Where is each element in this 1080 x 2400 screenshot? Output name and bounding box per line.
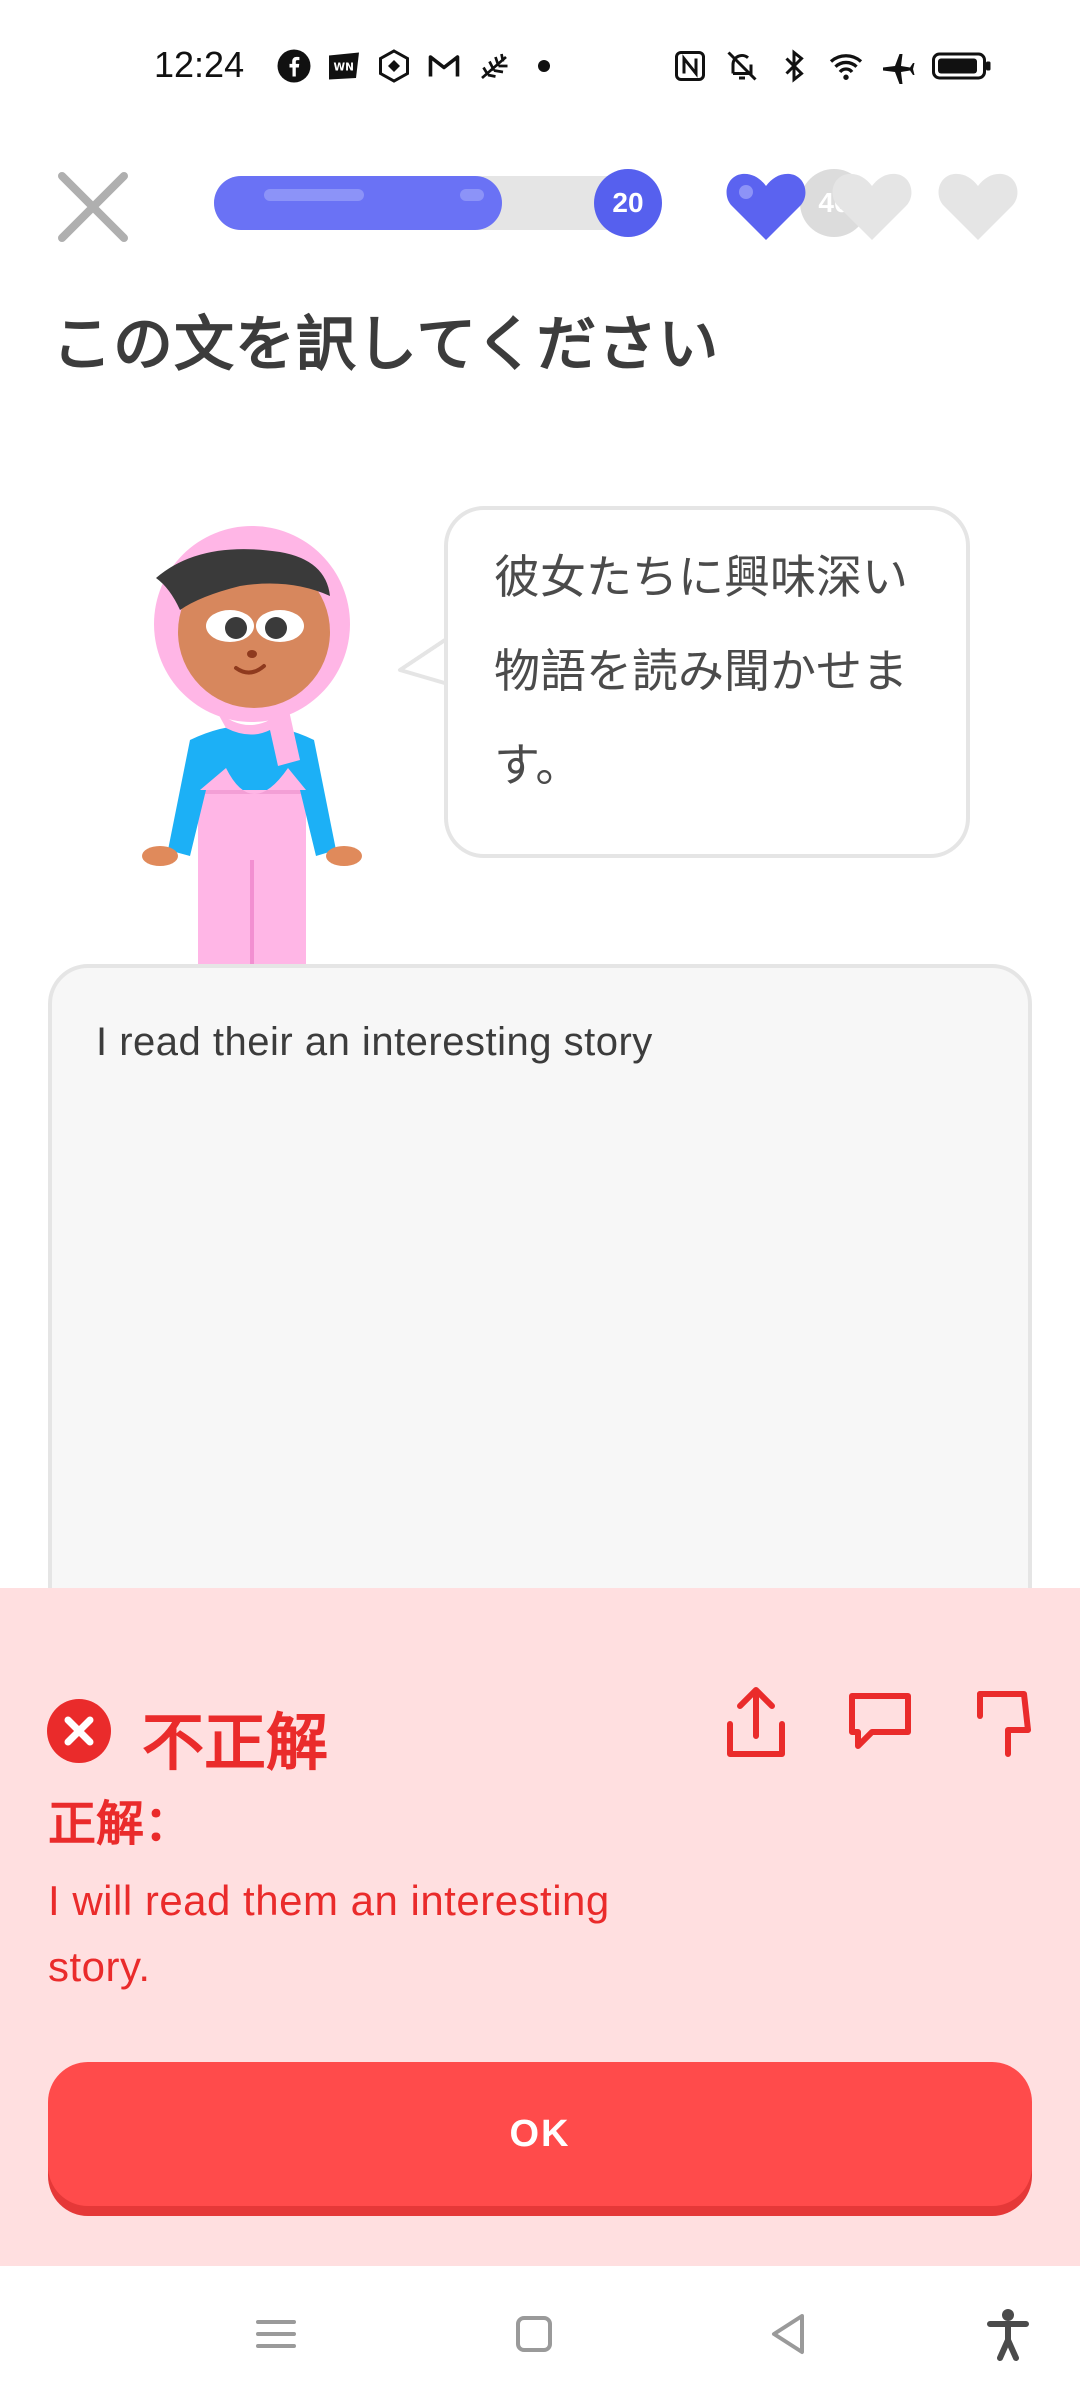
heart-icon-empty <box>938 173 1018 240</box>
correct-answer-text: I will read them an interesting story. <box>48 1877 610 1990</box>
battery-icon <box>932 52 991 80</box>
progress-milestone-current: 20 <box>594 169 662 237</box>
dot-icon <box>538 60 550 72</box>
wheat-app-icon <box>481 53 508 80</box>
wifi-icon <box>829 54 863 80</box>
ok-button[interactable]: OK <box>48 2062 1032 2206</box>
facebook-icon <box>277 49 311 83</box>
progress-highlight <box>264 189 364 201</box>
share-icon[interactable] <box>720 1684 792 1762</box>
progress-fill <box>214 176 502 230</box>
correct-answer-label: 正解： <box>48 1796 193 1852</box>
airplane-icon <box>883 54 915 84</box>
speech-bubble: 彼女たちに興味深い物語を読み聞かせます。 <box>444 506 970 858</box>
report-flag-icon[interactable] <box>968 1684 1040 1762</box>
heart-icon-filled <box>726 173 806 240</box>
feedback-title: 不正解 <box>142 1706 329 1779</box>
gmail-icon <box>428 55 460 77</box>
home-icon[interactable] <box>506 2306 562 2362</box>
webtoon-icon: WN <box>329 52 359 80</box>
mute-icon <box>727 51 757 81</box>
svg-text:WN: WN <box>334 62 354 74</box>
close-icon[interactable] <box>50 164 136 250</box>
character-illustration <box>142 526 362 965</box>
progress-highlight <box>460 189 484 201</box>
nfc-icon <box>675 51 705 81</box>
answer-textarea[interactable]: I read their an interesting story <box>48 964 1032 1664</box>
accessibility-icon[interactable] <box>980 2306 1036 2362</box>
bluetooth-icon <box>785 49 804 83</box>
system-icons <box>672 48 992 84</box>
incorrect-icon <box>47 1699 111 1763</box>
status-bar: 12:24 WN <box>0 0 1080 140</box>
notification-icons: WN <box>276 48 562 84</box>
back-icon[interactable] <box>762 2306 818 2362</box>
sync-app-icon <box>379 49 409 83</box>
comment-icon[interactable] <box>844 1684 916 1762</box>
lesson-progress-bar: 20 40 <box>214 169 868 237</box>
feedback-panel: 不正解 正解： I will read them an interesting … <box>0 1588 1080 2266</box>
page-title: この文を訳してください <box>52 310 720 380</box>
heart-icon-empty <box>832 173 912 240</box>
status-time: 12:24 <box>154 44 245 85</box>
system-nav-bar <box>0 2266 1080 2400</box>
prompt-sentence[interactable]: 彼女たちに興味深い物語を読み聞かせます。 <box>494 530 932 812</box>
user-answer-text: I read their an interesting story <box>96 1020 653 1064</box>
hearts <box>724 168 1020 242</box>
feedback-actions <box>720 1684 1040 1762</box>
recent-apps-icon[interactable] <box>248 2306 304 2362</box>
